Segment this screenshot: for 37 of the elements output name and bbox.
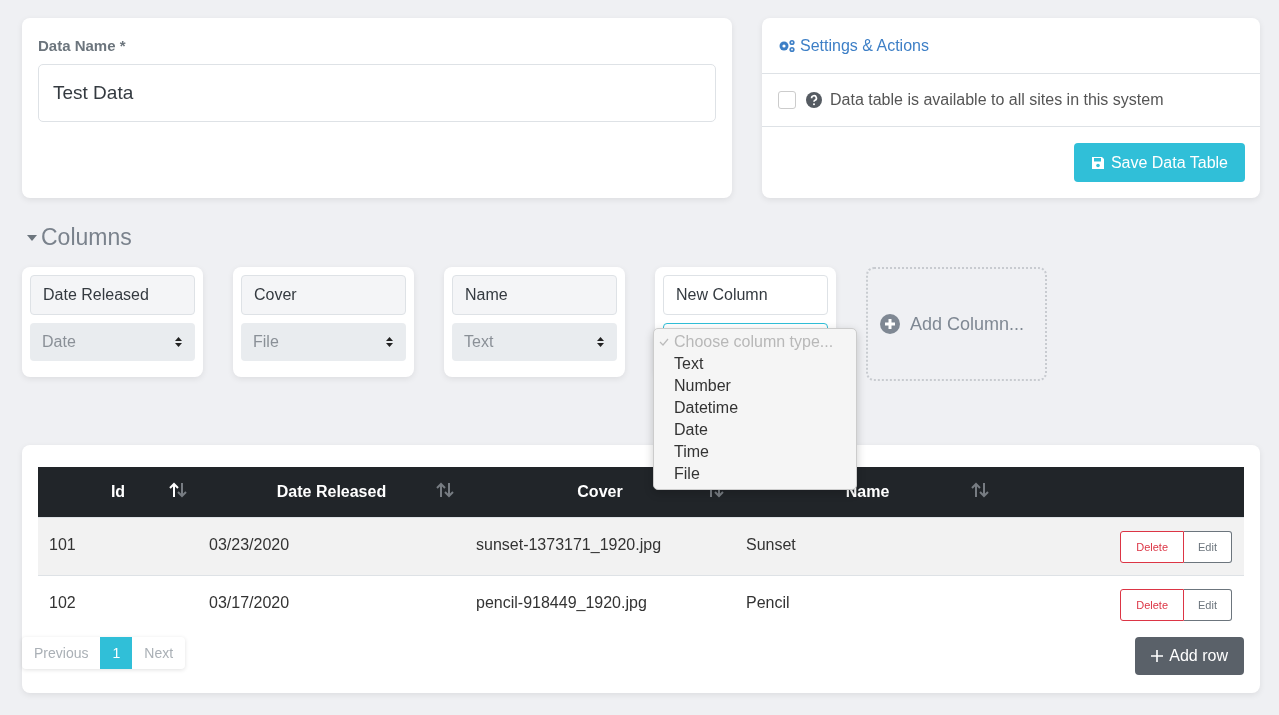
plus-circle-icon: [880, 314, 900, 334]
edit-button[interactable]: Edit: [1184, 589, 1232, 621]
column-header[interactable]: Date Released: [198, 467, 465, 517]
menu-option[interactable]: Number: [654, 375, 856, 397]
menu-option[interactable]: Time: [654, 441, 856, 463]
delete-button[interactable]: Delete: [1120, 589, 1185, 621]
select-arrows-icon: [596, 336, 605, 348]
menu-option[interactable]: Date: [654, 419, 856, 441]
checkbox[interactable]: [778, 91, 796, 109]
columns-toggle[interactable]: Columns: [26, 224, 132, 251]
select-arrows-icon: [174, 336, 183, 348]
help-icon: [806, 92, 822, 108]
menu-option[interactable]: Datetime: [654, 397, 856, 419]
select-arrows-icon: [385, 336, 394, 348]
delete-button[interactable]: Delete: [1120, 531, 1185, 563]
plus-icon: [1151, 650, 1164, 662]
column-name-field[interactable]: Name: [452, 275, 617, 315]
column-name-field[interactable]: Date Released: [30, 275, 195, 315]
data-name-field[interactable]: Test Data: [38, 64, 716, 122]
table-cell: 101: [38, 517, 198, 575]
table-cell: 03/23/2020: [198, 517, 465, 575]
column-name-field[interactable]: New Column: [663, 275, 828, 315]
table-cell: Sunset: [735, 517, 1000, 575]
checkbox-label: Data table is available to all sites in this system: [830, 91, 1164, 109]
check-icon: [658, 337, 670, 347]
column-name-field[interactable]: Cover: [241, 275, 406, 315]
sort-icon[interactable]: [168, 482, 188, 498]
settings-title: Settings & Actions: [800, 36, 929, 55]
caret-icon: [26, 233, 38, 242]
gears-icon: [778, 38, 796, 53]
menu-option[interactable]: Text: [654, 353, 856, 375]
table-cell: sunset-1373171_1920.jpg: [465, 517, 735, 575]
edit-button[interactable]: Edit: [1184, 531, 1232, 563]
column-header[interactable]: Id: [38, 467, 198, 517]
field-label: Data Name *: [38, 37, 127, 54]
add-row-button[interactable]: Add row: [1135, 637, 1244, 675]
add-column-button[interactable]: Add Column...: [866, 267, 1047, 381]
